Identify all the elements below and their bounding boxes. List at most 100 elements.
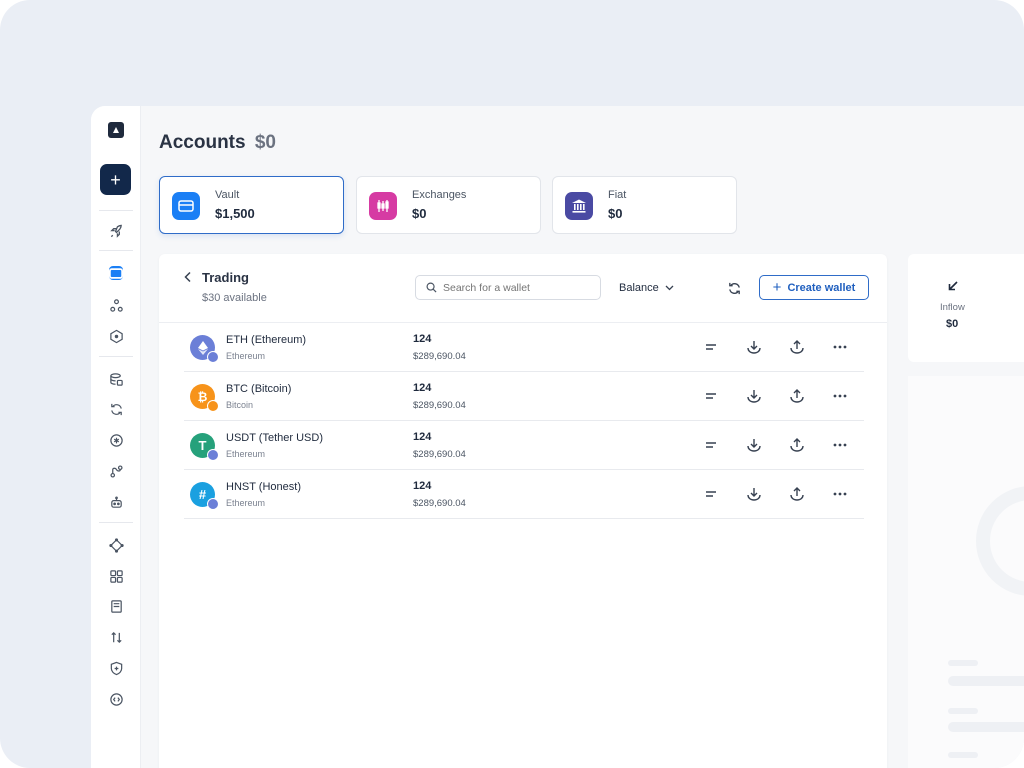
deposit-icon[interactable] (745, 436, 763, 454)
network-badge (207, 498, 219, 510)
sort-label: Balance (619, 282, 659, 294)
deposit-icon[interactable] (745, 485, 763, 503)
wallet-quantity: 124 (413, 480, 432, 492)
panel-subtitle: $30 available (202, 292, 267, 304)
network-badge (207, 449, 219, 461)
search-box[interactable] (415, 275, 601, 300)
app-window: + Accounts $0 Vault $1,500 Exchanges $0 … (91, 106, 1024, 768)
wallet-quantity: 124 (413, 431, 432, 443)
wallet-usd: $289,690.04 (413, 449, 466, 460)
create-wallet-button[interactable]: + Create wallet (759, 275, 869, 300)
transfer-icon[interactable] (105, 626, 127, 648)
inflow-label: Inflow (940, 302, 965, 313)
withdraw-icon[interactable] (788, 436, 806, 454)
withdraw-icon[interactable] (788, 387, 806, 405)
bank-icon (565, 192, 593, 220)
more-icon[interactable] (831, 338, 849, 356)
route-icon[interactable] (105, 460, 127, 482)
placeholder-bar (948, 660, 978, 666)
details-icon[interactable] (702, 338, 720, 356)
refresh-button[interactable] (725, 279, 743, 297)
more-icon[interactable] (831, 485, 849, 503)
hexagon-icon[interactable] (105, 325, 127, 347)
wallet-name: HNST (Honest) (226, 481, 301, 493)
plus-icon: + (772, 279, 782, 296)
placeholder-bar (948, 676, 1024, 686)
network-badge (207, 351, 219, 363)
sidebar: + (91, 106, 141, 768)
more-icon[interactable] (831, 387, 849, 405)
wallet-name: USDT (Tether USD) (226, 432, 323, 444)
wallet-row[interactable]: # HNST (Honest) Ethereum 124 $289,690.04 (184, 470, 864, 519)
panel-title: Trading (202, 270, 249, 285)
bitcoin-icon: ₿ (190, 384, 219, 412)
tether-icon: T (190, 433, 219, 461)
code-icon[interactable] (105, 688, 127, 710)
more-icon[interactable] (831, 436, 849, 454)
wallet-network: Ethereum (226, 498, 266, 508)
back-chevron-icon[interactable] (183, 271, 193, 286)
refresh-icon[interactable] (105, 398, 127, 420)
sidebar-divider (99, 356, 133, 357)
wallet-usd: $289,690.04 (413, 498, 466, 509)
trading-panel: Trading $30 available Balance + Create w… (159, 254, 887, 768)
search-input[interactable] (443, 281, 593, 294)
screenshot-frame: + Accounts $0 Vault $1,500 Exchanges $0 … (0, 0, 1024, 768)
wallet-row[interactable]: ETH (Ethereum) Ethereum 124 $289,690.04 (184, 323, 864, 372)
details-icon[interactable] (702, 387, 720, 405)
placeholder-bar (948, 708, 978, 714)
card-label: Fiat (608, 189, 627, 201)
arrow-down-left-icon (947, 280, 959, 295)
wallet-network: Bitcoin (226, 400, 254, 410)
sidebar-item-accounts[interactable] (105, 262, 127, 284)
page-total: $0 (254, 132, 276, 153)
refresh-icon (728, 282, 740, 294)
sidebar-divider (99, 250, 133, 251)
card-vault[interactable]: Vault $1,500 (159, 176, 344, 234)
inflow-value: $0 (946, 318, 959, 330)
book-icon[interactable] (105, 595, 127, 617)
placeholder-bar (948, 722, 1024, 732)
shield-icon[interactable] (105, 657, 127, 679)
withdraw-icon[interactable] (788, 338, 806, 356)
sort-dropdown[interactable]: Balance (619, 282, 674, 294)
network-icon[interactable] (105, 294, 127, 316)
search-icon (426, 282, 437, 293)
wallet-icon (109, 266, 123, 280)
wallet-icon (172, 192, 200, 220)
card-exchanges[interactable]: Exchanges $0 (356, 176, 541, 234)
deposit-icon[interactable] (745, 387, 763, 405)
create-wallet-label: Create wallet (787, 281, 856, 294)
honest-icon: # (190, 482, 219, 510)
wallet-usd: $289,690.04 (413, 351, 466, 362)
wallet-quantity: 124 (413, 382, 432, 394)
robot-icon[interactable] (105, 491, 127, 513)
card-label: Exchanges (412, 189, 467, 201)
wallet-network: Ethereum (226, 351, 266, 361)
sidebar-divider (99, 522, 133, 523)
wallet-name: ETH (Ethereum) (226, 334, 307, 346)
page-title: Accounts $0 (159, 132, 276, 154)
nodes-icon[interactable] (105, 534, 127, 556)
flow-panel: Inflow $0 (908, 254, 1024, 362)
database-icon[interactable] (105, 368, 127, 390)
logo-icon[interactable] (108, 122, 124, 138)
card-value: $1,500 (215, 206, 255, 221)
rocket-icon[interactable] (105, 220, 127, 242)
details-icon[interactable] (702, 436, 720, 454)
wallet-usd: $289,690.04 (413, 400, 466, 411)
apps-icon[interactable] (105, 565, 127, 587)
details-icon[interactable] (702, 485, 720, 503)
card-fiat[interactable]: Fiat $0 (552, 176, 737, 234)
wallet-row[interactable]: ₿ BTC (Bitcoin) Bitcoin 124 $289,690.04 (184, 372, 864, 421)
deposit-icon[interactable] (745, 338, 763, 356)
withdraw-icon[interactable] (788, 485, 806, 503)
card-label: Vault (215, 189, 240, 201)
ethereum-icon (190, 335, 219, 363)
add-button[interactable]: + (100, 164, 131, 195)
candlestick-icon (369, 192, 397, 220)
page-title-text: Accounts (159, 132, 246, 153)
wallet-row[interactable]: T USDT (Tether USD) Ethereum 124 $289,69… (184, 421, 864, 470)
asterisk-icon[interactable] (105, 429, 127, 451)
wallet-quantity: 124 (413, 333, 432, 345)
